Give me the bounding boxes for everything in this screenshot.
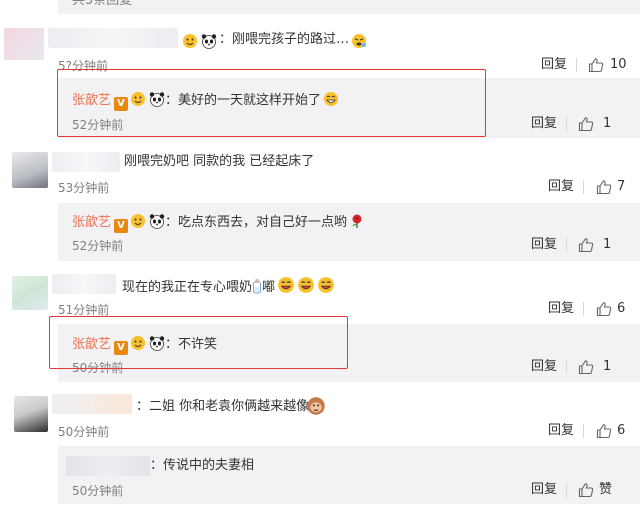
like-count: 7 [617, 179, 626, 194]
laughing-emoji-icon [318, 277, 334, 293]
laughing-emoji-icon [278, 277, 294, 293]
comment-text: ：传说中的夫妻相 [150, 458, 255, 473]
like-label[interactable]: 赞 [599, 481, 612, 499]
reply-time: 52分钟前 [72, 239, 124, 253]
comment-time: 50分钟前 [58, 425, 110, 439]
like-count: 6 [617, 301, 626, 316]
blurred-username [52, 152, 120, 172]
divider [583, 302, 584, 316]
reply-button[interactable]: 回复 [531, 115, 557, 133]
comment-text: ：二姐 你和老袁你俩越来越像 [136, 399, 310, 414]
divider [566, 483, 567, 497]
reply-text: ：吃点东西去，对自己好一点哟 [165, 215, 348, 230]
reply-author[interactable]: 张歆艺 [72, 215, 111, 230]
more-replies-link[interactable]: 共5条回复 [72, 0, 132, 10]
thumbs-up-icon[interactable] [578, 359, 594, 375]
panda-icon [149, 214, 165, 229]
reply-button[interactable]: 回复 [548, 178, 574, 196]
avatar[interactable] [12, 276, 48, 310]
blurred-username [66, 456, 150, 476]
reply-row: 张歆艺 V ：吃点东西去，对自己好一点哟 [72, 213, 365, 233]
thumbs-up-icon[interactable] [578, 482, 594, 498]
reply-area-top [58, 0, 640, 14]
divider [583, 180, 584, 194]
divider [566, 117, 567, 131]
divider [583, 424, 584, 438]
reply-button[interactable]: 回复 [531, 236, 557, 254]
verified-icon: V [114, 219, 129, 233]
highlight-box [49, 316, 348, 369]
avatar[interactable] [14, 396, 48, 432]
reply-button[interactable]: 回复 [548, 300, 574, 318]
thumbs-up-icon[interactable] [578, 237, 594, 253]
emoji-icon [351, 31, 367, 50]
reply-button[interactable]: 回复 [531, 358, 557, 376]
divider [576, 58, 577, 72]
like-count: 1 [603, 237, 612, 252]
avatar[interactable] [4, 28, 44, 60]
emoji-icon [182, 31, 198, 50]
reply-button[interactable]: 回复 [531, 481, 557, 499]
like-count: 10 [610, 57, 627, 72]
blurred-username [52, 394, 132, 414]
comment-text: 刚喂完奶吧 同款的我 已经起床了 [124, 154, 315, 169]
comment-text: ：刚喂完孩子的路过… [219, 32, 350, 47]
blurred-username [48, 28, 178, 48]
laughing-emoji-icon [298, 277, 314, 293]
comment-text: 现在的我正在专心喂奶 [122, 280, 253, 295]
comment-text-after: 嘟 [262, 280, 276, 295]
monkey-emoji-icon [306, 396, 326, 420]
blurred-username [52, 274, 116, 294]
like-count: 1 [603, 116, 612, 131]
rose-icon [352, 214, 362, 228]
divider [566, 360, 567, 374]
thumbs-up-icon[interactable] [578, 116, 594, 132]
thumbs-up-icon[interactable] [588, 57, 604, 73]
like-count: 1 [603, 359, 612, 374]
thumbs-up-icon[interactable] [596, 423, 612, 439]
divider [566, 238, 567, 252]
comment-time: 50分钟前 [72, 484, 124, 498]
thumbs-up-icon[interactable] [596, 179, 612, 195]
thumbs-up-icon[interactable] [596, 301, 612, 317]
comment-row: 现在的我正在专心喂奶嘟 [122, 276, 335, 297]
panda-icon [201, 31, 217, 50]
comment-time: 53分钟前 [58, 181, 110, 195]
like-count: 6 [617, 423, 626, 438]
reply-button[interactable]: 回复 [541, 56, 567, 74]
avatar[interactable] [12, 152, 48, 188]
emoji-icon [131, 214, 146, 228]
baby-bottle-icon [253, 279, 262, 294]
highlight-box [57, 69, 486, 137]
reply-button[interactable]: 回复 [548, 422, 574, 440]
